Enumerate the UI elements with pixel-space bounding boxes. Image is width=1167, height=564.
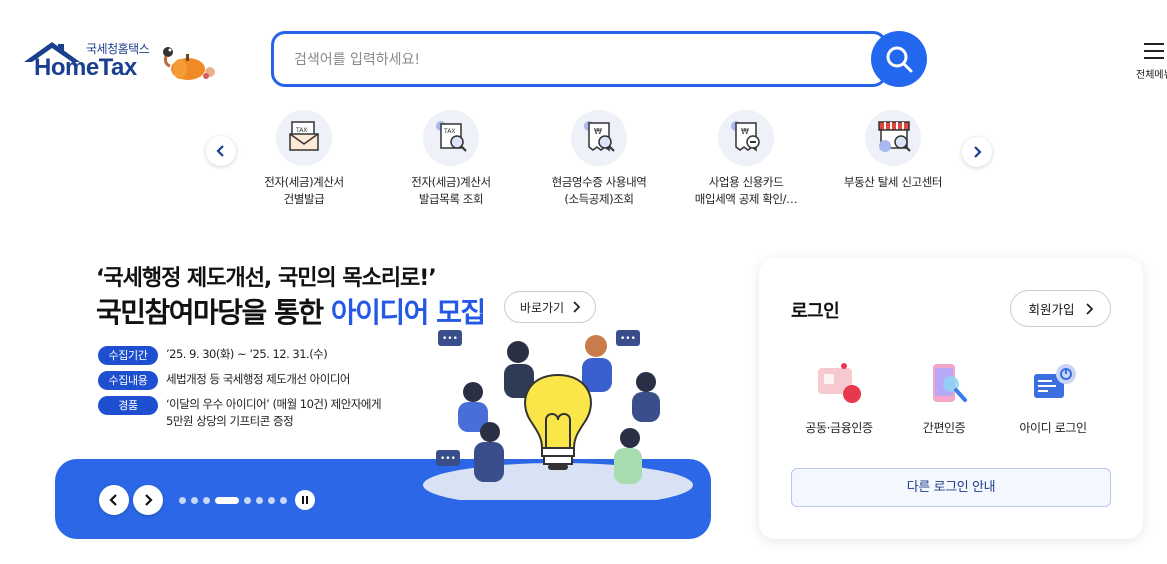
quick-menu-prev-button[interactable] — [206, 136, 236, 166]
tax-envelope-icon: TAX — [276, 110, 332, 166]
banner-title-prefix: 국민참여마당을 통한 — [96, 296, 331, 329]
login-title: 로그인 — [791, 301, 840, 322]
slide-dot[interactable] — [268, 497, 275, 504]
info-text-line2: 5만원 상당의 기프티콘 증정 — [166, 414, 294, 428]
quick-menu-next-button[interactable] — [962, 137, 992, 167]
receipt-search-icon: ₩ — [571, 110, 627, 166]
login-option-label: 공동·금융인증 — [805, 421, 873, 435]
quick-menu-label-line1: 부동산 탈세 신고센터 — [843, 175, 943, 189]
chevron-right-icon — [145, 494, 153, 506]
slide-dot[interactable] — [203, 497, 210, 504]
svg-text:TAX: TAX — [295, 127, 307, 134]
quick-menu-item[interactable]: TAX 전자(세금)계산서 건별발급 — [239, 110, 369, 210]
info-text: ‘이달의 우수 아이디어’ (매월 10건) 제안자에게 5만원 상당의 기프티… — [166, 396, 382, 430]
banner-info-period: 수집기간 ’25. 9. 30(화) ~ ’25. 12. 31.(수) — [98, 346, 328, 366]
pause-icon — [302, 496, 308, 504]
quick-menu-label-line1: 사업용 신용카드 — [708, 175, 784, 189]
login-option-id[interactable]: 아이디 로그인 — [1008, 362, 1098, 440]
svg-text:TAX: TAX — [443, 128, 455, 135]
chevron-left-icon — [216, 145, 224, 157]
quick-menu-label-line2: 매입세액 공제 확인/… — [694, 192, 798, 206]
hamburger-icon — [1144, 43, 1164, 59]
login-option-simple[interactable]: 간편인증 — [899, 362, 989, 440]
chevron-right-icon — [974, 146, 982, 158]
tax-search-icon: TAX — [423, 110, 479, 166]
info-pill: 수집기간 — [98, 346, 158, 365]
svg-text:₩: ₩ — [594, 127, 602, 136]
quick-menu-label-line1: 전자(세금)계산서 — [264, 175, 344, 189]
slide-dot[interactable] — [179, 497, 186, 504]
chevron-left-icon — [109, 494, 117, 506]
logo-title: HomeTax — [34, 54, 137, 81]
quick-menu-label-line1: 전자(세금)계산서 — [411, 175, 491, 189]
banner-prev-button[interactable] — [99, 485, 129, 515]
slide-dot[interactable] — [280, 497, 287, 504]
svg-text:₩: ₩ — [741, 127, 749, 136]
svg-text:•••: ••• — [620, 334, 636, 344]
quick-menu-label-line2: 발급목록 조회 — [418, 192, 484, 206]
info-text: ’25. 9. 30(화) ~ ’25. 12. 31.(수) — [166, 347, 328, 361]
all-menu-button[interactable]: 전체메뉴 — [1134, 40, 1167, 84]
id-login-icon — [1034, 364, 1076, 398]
quick-menu-item[interactable]: ₩ 사업용 신용카드 매입세액 공제 확인/… — [681, 110, 811, 210]
info-text: 세법개정 등 국세행정 제도개선 아이디어 — [166, 372, 350, 386]
chevron-right-icon — [1085, 302, 1093, 315]
card-receipt-icon: ₩ — [718, 110, 774, 166]
banner-info-content: 수집내용 세법개정 등 국세행정 제도개선 아이디어 — [98, 371, 350, 391]
svg-text:•••: ••• — [440, 454, 456, 464]
quick-menu-item[interactable]: 부동산 탈세 신고센터 — [828, 110, 958, 210]
quick-menu-label-line2: (소득공제)조회 — [564, 192, 634, 206]
slide-dot-active[interactable] — [215, 497, 239, 504]
search-button[interactable] — [871, 31, 927, 87]
quick-menu-label-line2: 건별발급 — [283, 192, 325, 206]
chevron-right-icon — [573, 301, 581, 313]
info-pill: 수집내용 — [98, 371, 158, 390]
login-option-certificate[interactable]: 공동·금융인증 — [794, 362, 884, 440]
hometax-logo[interactable]: 국세청홈택스 HomeTax — [22, 38, 222, 84]
signup-button[interactable]: 회원가입 — [1010, 290, 1111, 327]
info-text-line1: ‘이달의 우수 아이디어’ (매월 10건) 제안자에게 — [166, 397, 382, 411]
banner-goto-label: 바로가기 — [519, 300, 565, 315]
pumpkin-illustration-icon — [163, 47, 215, 80]
login-option-label: 간편인증 — [922, 421, 966, 435]
search-icon — [886, 46, 913, 73]
banner-title-line1: ‘국세행정 제도개선, 국민의 목소리로!’ — [96, 266, 437, 291]
search-input[interactable] — [294, 48, 854, 72]
slide-dot[interactable] — [244, 497, 251, 504]
banner-goto-button[interactable]: 바로가기 — [504, 291, 596, 323]
quick-menu-item[interactable]: ₩ 현금영수증 사용내역 (소득공제)조회 — [534, 110, 664, 210]
login-option-label: 아이디 로그인 — [1019, 421, 1087, 435]
quick-menu-item[interactable]: TAX 전자(세금)계산서 발급목록 조회 — [386, 110, 516, 210]
svg-text:•••: ••• — [442, 334, 458, 344]
slide-dot[interactable] — [191, 497, 198, 504]
info-pill: 경품 — [98, 396, 158, 415]
idea-lightbulb-illustration: ••• ••• ••• — [423, 330, 693, 500]
certificate-icon — [818, 363, 861, 403]
banner-info-prize: 경품 ‘이달의 우수 아이디어’ (매월 10건) 제안자에게 5만원 상당의 … — [98, 396, 382, 428]
quick-menu-label-line1: 현금영수증 사용내역 — [551, 175, 647, 189]
slide-dot[interactable] — [256, 497, 263, 504]
banner-pause-button[interactable] — [295, 490, 315, 510]
search-box — [271, 31, 887, 87]
all-menu-label: 전체메뉴 — [1136, 70, 1167, 81]
other-login-guide-button[interactable]: 다른 로그인 안내 — [791, 468, 1111, 507]
phone-auth-icon — [933, 364, 967, 402]
signup-label: 회원가입 — [1028, 302, 1075, 317]
store-search-icon — [865, 110, 921, 166]
banner-next-button[interactable] — [133, 485, 163, 515]
